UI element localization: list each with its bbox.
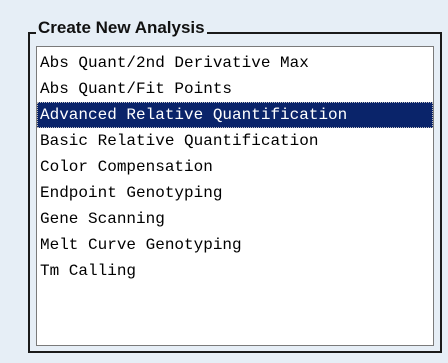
list-item-tm-calling[interactable]: Tm Calling bbox=[37, 258, 433, 284]
list-item-melt-curve-genotyping[interactable]: Melt Curve Genotyping bbox=[37, 232, 433, 258]
list-item-advanced-relative-quantification[interactable]: Advanced Relative Quantification bbox=[37, 102, 433, 128]
list-item-basic-relative-quantification[interactable]: Basic Relative Quantification bbox=[37, 128, 433, 154]
group-title: Create New Analysis bbox=[36, 17, 207, 39]
list-item-color-compensation[interactable]: Color Compensation bbox=[37, 154, 433, 180]
list-item-endpoint-genotyping[interactable]: Endpoint Genotyping bbox=[37, 180, 433, 206]
list-item-abs-quant-fit-points[interactable]: Abs Quant/Fit Points bbox=[37, 76, 433, 102]
list-item-gene-scanning[interactable]: Gene Scanning bbox=[37, 206, 433, 232]
analysis-listbox[interactable]: Abs Quant/2nd Derivative Max Abs Quant/F… bbox=[36, 46, 434, 346]
list-item-abs-quant-2nd-derivative-max[interactable]: Abs Quant/2nd Derivative Max bbox=[37, 50, 433, 76]
